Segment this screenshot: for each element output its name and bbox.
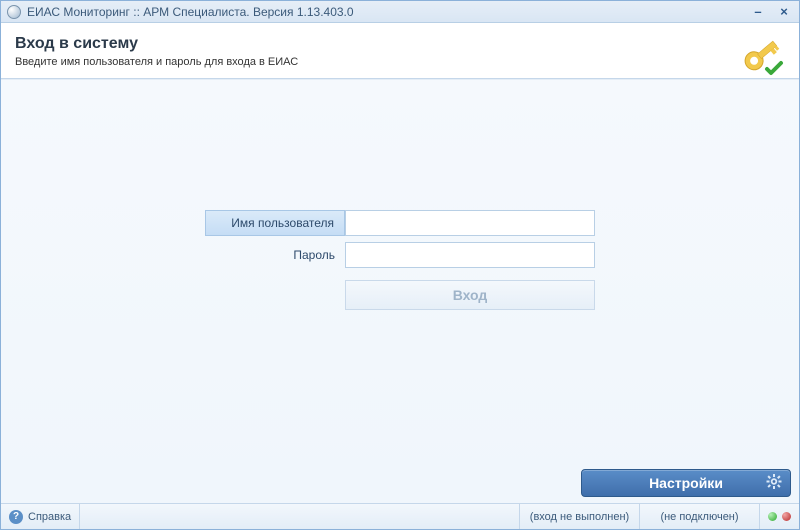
page-subtitle: Введите имя пользователя и пароль для вх… <box>15 56 785 68</box>
led-red-icon <box>782 512 791 521</box>
username-row: Имя пользователя <box>205 210 595 236</box>
app-icon <box>7 5 21 19</box>
password-input[interactable] <box>345 242 595 268</box>
help-button[interactable]: ? Справка <box>1 504 80 529</box>
window-title: ЕИАС Мониторинг :: АРМ Специалиста. Верс… <box>27 5 749 19</box>
password-label: Пароль <box>205 242 345 268</box>
username-input[interactable] <box>345 210 595 236</box>
settings-bar: Настройки <box>1 463 799 503</box>
login-form: Имя пользователя Пароль Вход <box>205 210 595 310</box>
username-label: Имя пользователя <box>205 210 345 236</box>
statusbar: ? Справка (вход не выполнен) (не подключ… <box>1 503 799 529</box>
minimize-button[interactable]: – <box>749 5 767 19</box>
app-window: ЕИАС Мониторинг :: АРМ Специалиста. Верс… <box>0 0 800 530</box>
login-status: (вход не выполнен) <box>520 504 640 529</box>
help-icon: ? <box>9 510 23 524</box>
settings-button-label: Настройки <box>649 475 723 491</box>
connection-status: (не подключен) <box>640 504 760 529</box>
status-leds <box>760 504 799 529</box>
page-header: Вход в систему Введите имя пользователя … <box>1 23 799 79</box>
led-green-icon <box>768 512 777 521</box>
status-spacer <box>80 504 520 529</box>
page-title: Вход в систему <box>15 35 785 53</box>
close-button[interactable]: × <box>775 5 793 19</box>
content-area: Имя пользователя Пароль Вход Настройки <box>1 79 799 503</box>
titlebar: ЕИАС Мониторинг :: АРМ Специалиста. Верс… <box>1 1 799 23</box>
password-row: Пароль <box>205 242 595 268</box>
login-button[interactable]: Вход <box>345 280 595 310</box>
settings-button[interactable]: Настройки <box>581 469 791 497</box>
help-label: Справка <box>28 511 71 523</box>
window-controls: – × <box>749 5 793 19</box>
key-icon <box>737 31 785 82</box>
gear-icon <box>766 474 782 493</box>
